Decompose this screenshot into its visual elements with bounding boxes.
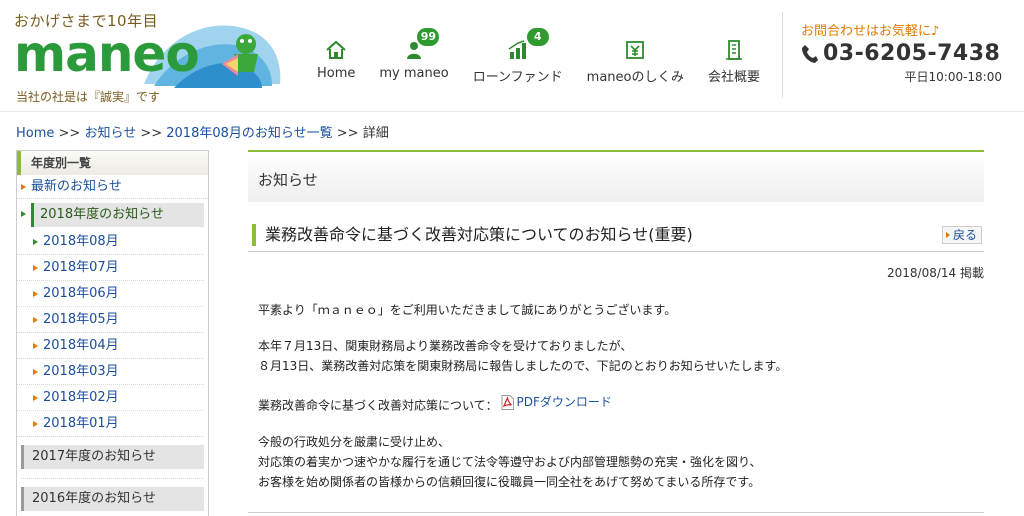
sidebar-item-year-2017[interactable]: 2017年度のお知らせ: [21, 445, 204, 469]
logo-wordmark: maneo: [14, 25, 200, 83]
breadcrumb: Home >> お知らせ >> 2018年08月のお知らせ一覧 >> 詳細: [16, 122, 389, 141]
nav-company-label: 会社概要: [708, 70, 761, 85]
nav-my-maneo[interactable]: 99 my maneo: [367, 28, 460, 88]
phone-icon: [802, 44, 818, 63]
sidebar-item-latest[interactable]: 最新のお知らせ: [17, 175, 208, 199]
home-icon: [326, 40, 346, 59]
contact-lead: お問合わせはお気軽に♪: [801, 24, 940, 39]
article-paragraph-pdf: 業務改善命令に基づく改善対応策について： PDFダウンロード: [258, 392, 978, 416]
sidebar-heading: 年度別一覧: [17, 151, 208, 175]
article-paragraph: お客様を始め関係者の皆様からの信頼回復に役職員一同全社をあげて努めてまいる所存で…: [258, 474, 761, 489]
site-header: おかげさまで10年目 maneo 当社の社是は『誠実』です Home 99 my…: [0, 0, 1024, 112]
sidebar-item-month[interactable]: 2018年04月: [17, 333, 204, 359]
article-title: 業務改善命令に基づく改善対応策についてのお知らせ(重要): [265, 225, 693, 244]
bar-chart-icon: [508, 40, 526, 59]
contact-phone[interactable]: 03-6205-7438: [801, 41, 1014, 66]
nav-loan-fund[interactable]: 4 ローンファンド: [461, 28, 575, 88]
sidebar-item-month[interactable]: 2018年05月: [17, 307, 204, 333]
sidebar-item-year-2016[interactable]: 2016年度のお知らせ: [21, 487, 204, 511]
breadcrumb-news[interactable]: お知らせ: [84, 126, 136, 141]
pdf-icon: [501, 394, 515, 410]
sidebar-divider: [21, 469, 204, 479]
sidebar-item-month[interactable]: 2018年03月: [17, 359, 204, 385]
my-maneo-badge: 99: [417, 28, 440, 46]
article-paragraph: 平素より「ｍａｎｅｏ」をご利用いただきまして誠にありがとうございます。: [258, 303, 677, 317]
main-nav: Home 99 my maneo 4 ローンファンド maneoのしくみ 会社概…: [305, 28, 772, 88]
loan-fund-badge: 4: [526, 28, 549, 46]
logo-motto: 当社の社是は『誠実』です: [16, 90, 161, 104]
breadcrumb-month-list[interactable]: 2018年08月のお知らせ一覧: [166, 126, 332, 141]
article-paragraph: ８月13日、業務改善対応策を関東財務局に報告しましたので、下記のとおりお知らせい…: [258, 359, 788, 373]
breadcrumb-home[interactable]: Home: [16, 126, 54, 141]
nav-how-maneo-works-label: maneoのしくみ: [586, 70, 685, 85]
sidebar-item-month[interactable]: 2018年01月: [17, 411, 204, 437]
breadcrumb-separator: >>: [136, 126, 167, 141]
breadcrumb-separator: >>: [54, 126, 85, 141]
sidebar-item-year-2018[interactable]: 2018年度のお知らせ: [21, 203, 204, 227]
section-title: お知らせ: [248, 150, 984, 202]
main-content: お知らせ 業務改善命令に基づく改善対応策についてのお知らせ(重要) 戻る 201…: [248, 150, 984, 516]
back-button[interactable]: 戻る: [941, 226, 982, 244]
sidebar-item-month[interactable]: 2018年08月: [17, 229, 204, 255]
pdf-lead-text: 業務改善命令に基づく改善対応策について：: [258, 398, 498, 413]
breadcrumb-separator: >>: [332, 126, 363, 141]
sidebar: 年度別一覧 最新のお知らせ 2018年度のお知らせ 2018年08月 2018年…: [16, 150, 209, 516]
article-paragraph: 今般の行政処分を厳粛に受け止め、: [258, 434, 451, 449]
article-title-row: 業務改善命令に基づく改善対応策についてのお知らせ(重要) 戻る: [248, 222, 984, 252]
nav-how-maneo-works[interactable]: maneoのしくみ: [575, 28, 696, 88]
contact-hours: 平日10:00-18:00: [904, 70, 1003, 84]
article-body: 平素より「ｍａｎｅｏ」をご利用いただきまして誠にありがとうございます。 本年７月…: [258, 300, 978, 492]
yen-exchange-icon: [626, 41, 645, 59]
sidebar-item-month[interactable]: 2018年07月: [17, 255, 204, 281]
nav-company[interactable]: 会社概要: [696, 28, 772, 88]
pdf-download-label: PDFダウンロード: [516, 395, 612, 409]
sidebar-item-month[interactable]: 2018年06月: [17, 281, 204, 307]
contact-box: お問合わせはお気軽に♪ 03-6205-7438 平日10:00-18:00: [782, 12, 1014, 98]
breadcrumb-current: 詳細: [362, 126, 389, 141]
nav-my-maneo-label: my maneo: [379, 66, 449, 81]
pdf-download-link[interactable]: PDFダウンロード: [501, 392, 612, 412]
contact-phone-number: 03-6205-7438: [823, 41, 1001, 66]
content-divider: [248, 512, 984, 513]
sidebar-item-month[interactable]: 2018年02月: [17, 385, 204, 411]
title-accent-bar: [252, 224, 256, 246]
nav-home-label: Home: [317, 66, 356, 81]
building-icon: [726, 40, 743, 60]
article-paragraph: 本年７月13日、関東財務局より業務改善命令を受けておりましたが、: [258, 339, 633, 353]
post-date: 2018/08/14 掲載: [887, 266, 984, 280]
nav-loan-fund-label: ローンファンド: [472, 70, 563, 85]
site-logo[interactable]: おかげさまで10年目 maneo 当社の社是は『誠実』です: [14, 6, 284, 110]
article-paragraph: 対応策の着実かつ速やかな履行を通じて法令等遵守および内部管理態勢の充実・強化を図…: [258, 454, 762, 469]
nav-home[interactable]: Home: [305, 28, 367, 88]
